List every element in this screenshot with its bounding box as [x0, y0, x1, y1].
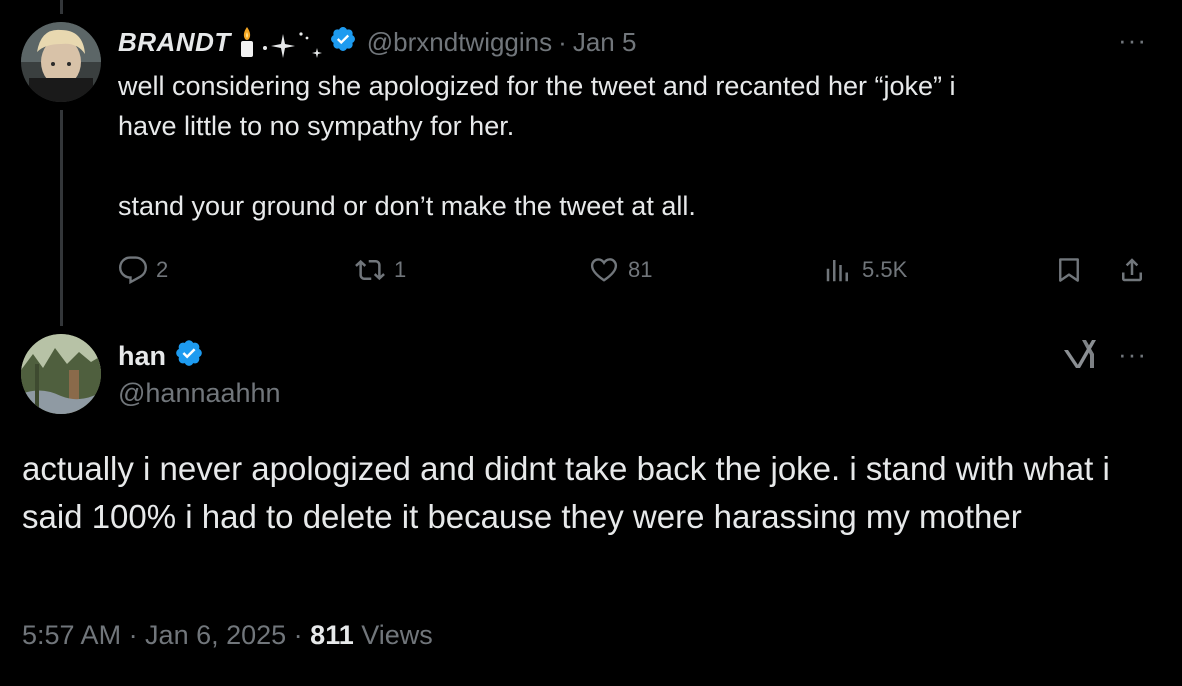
share-upload-icon [1122, 258, 1142, 282]
like-count: 81 [628, 257, 653, 282]
repost-arrows-icon [355, 259, 385, 281]
display-name[interactable]: BRANDT [118, 27, 231, 58]
reply-count: 2 [156, 257, 169, 282]
thread-line-top [60, 0, 63, 14]
reply-bubble-icon [118, 256, 147, 285]
repost-count: 1 [394, 257, 407, 282]
thread-line-bottom [60, 110, 63, 326]
repost-button[interactable]: 1 [354, 250, 406, 290]
timestamp[interactable]: 5:57 AM · Jan 6, 2025 · [22, 620, 310, 650]
views-count[interactable]: 811 [310, 620, 354, 650]
grok-icon[interactable] [1062, 338, 1098, 375]
heart-icon [590, 258, 618, 282]
bar-chart-icon [826, 260, 848, 282]
reply-header: BRANDT @brxndtwiggins · Jan 5 [118, 24, 636, 60]
handle[interactable]: @hannaahhn [118, 378, 281, 409]
reply-button[interactable]: 2 [118, 250, 168, 290]
bookmark-button[interactable] [1054, 250, 1084, 290]
share-button[interactable] [1116, 250, 1148, 290]
reply-text-line-1: well considering she apologized for the … [118, 71, 956, 101]
candle-emoji-icon [240, 27, 253, 57]
reply-text: well considering she apologized for the … [118, 66, 1108, 226]
like-button[interactable]: 81 [588, 250, 652, 290]
bookmark-icon [1059, 258, 1079, 282]
tweet-date[interactable]: Jan 5 [573, 27, 637, 58]
avatar-han[interactable] [21, 334, 101, 414]
main-tweet-text: actually i never apologized and didnt ta… [22, 450, 1110, 535]
display-name[interactable]: han [118, 341, 166, 372]
more-options-button[interactable]: ··· [1118, 27, 1147, 53]
tweet-meta: 5:57 AM · Jan 6, 2025 · 811 Views [22, 620, 433, 651]
verified-badge-icon[interactable] [174, 338, 204, 375]
avatar-brandt[interactable] [21, 22, 101, 102]
views-label: Views [353, 620, 433, 650]
action-bar: 2 1 81 5.5K [118, 250, 1158, 290]
main-author: han [118, 338, 204, 375]
reply-text-line-3: stand your ground or don’t make the twee… [118, 191, 696, 221]
handle[interactable]: @brxndtwiggins [367, 27, 552, 58]
name-emojis [237, 26, 323, 58]
reply-text-line-2: have little to no sympathy for her. [118, 111, 515, 141]
verified-badge-icon[interactable] [329, 25, 357, 60]
sparkles-icon [262, 32, 322, 58]
views-button[interactable]: 5.5K [822, 250, 907, 290]
more-options-button[interactable]: ··· [1118, 341, 1147, 367]
views-count: 5.5K [862, 257, 908, 282]
separator-dot: · [558, 26, 567, 57]
